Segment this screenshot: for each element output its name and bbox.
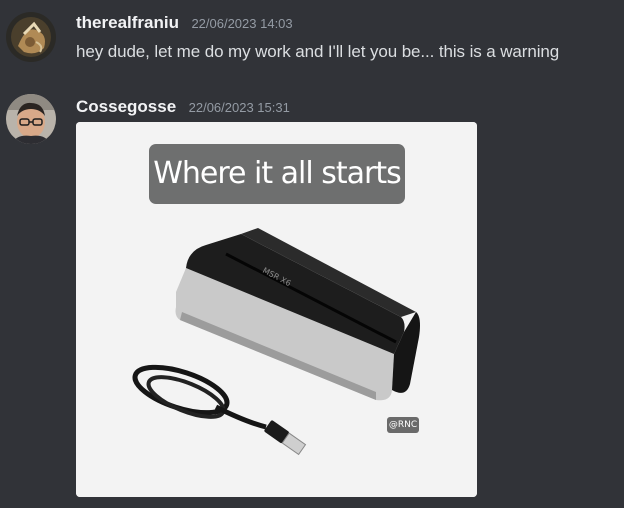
username[interactable]: therealfraniu [76, 13, 179, 32]
message-1: therealfraniu 22/06/2023 14:03 hey dude,… [0, 0, 624, 80]
image-caption: Where it all starts [149, 144, 405, 204]
timestamp: 22/06/2023 15:31 [188, 100, 290, 115]
message-text: hey dude, let me do my work and I'll let… [76, 42, 560, 61]
image-watermark: @RNC [387, 417, 419, 433]
username[interactable]: Cossegosse [76, 97, 176, 116]
avatar-cossegosse[interactable] [6, 94, 56, 144]
avatar-image [6, 12, 56, 62]
image-attachment[interactable]: MSR X6 Where it all starts @RNC [76, 122, 477, 497]
timestamp: 22/06/2023 14:03 [191, 16, 293, 31]
avatar-image [6, 94, 56, 144]
avatar-therealfraniu[interactable] [6, 12, 56, 62]
